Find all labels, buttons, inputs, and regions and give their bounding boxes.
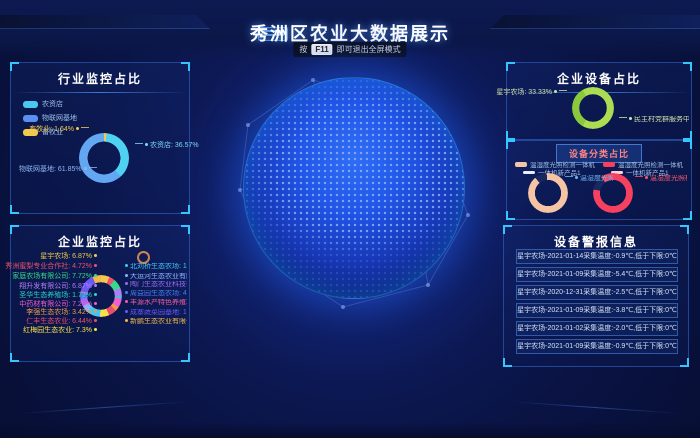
alarm-row: 星宇农场-2021-01-02采集温度:-2.0℃,低于下限:0℃ [516,321,678,336]
enterprise-label-left: 红梅园生态农业: 7.3% [23,327,99,335]
dashboard-background: 秀洲区农业大数据展示 按 F11 即可退出全屏模式 行业监控占比 [0,0,700,438]
panel-device-ratio: 企业设备占比 星宇农场: 33.33% 民主村党群服务中心: [506,62,692,140]
corner-accent [181,205,190,214]
corner-accent [10,205,19,214]
enterprise-label-left: 仁丰生态农业: 6.44% [26,318,99,326]
corner-accent [503,225,512,234]
corner-accent [680,225,689,234]
enterprise-label-right: 北刘桥生态农场: 11.16% [123,263,187,271]
corner-accent [683,62,692,71]
legend-swatch [23,115,38,122]
legend-item[interactable]: 农资店 [23,99,189,109]
enterprise-label-right: 成寨蔬菜园基地: 15.02% [123,309,187,317]
corner-accent [503,358,512,367]
corner-accent [10,353,19,362]
enterprise-label-left: 李强生态农场: 3.42% [26,309,99,317]
legend-swatch [515,162,527,167]
industry-donut-chart[interactable] [79,133,129,183]
device-donut-chart[interactable] [572,87,614,129]
legend-swatch [603,162,615,167]
enterprise-label-right: 陶门生态农业科技有限公 [123,281,187,289]
enterprise-label-left: 星宇农场: 6.87% [40,253,99,261]
corner-accent [683,211,692,220]
corner-accent [10,62,19,71]
panel-device-alarms: 设备警报信息 星宇农场-2021-01-14采集温度:-0.9℃,低于下限:0℃… [503,225,689,367]
chart-label-store: 农资店: 36.57% [135,142,199,150]
enterprise-label-right: 新鹏生态农业有限公司: 6.879 [123,318,187,326]
corner-accent [680,358,689,367]
panel-title: 设备警报信息 [504,226,688,250]
legend-label: 物联网基地 [42,113,77,123]
globe-continents-dots [244,78,464,298]
device-class-left-label: 温湿度光照检测一 [565,175,613,183]
alarm-row: 星宇农场-2020-12-31采集温度:-2.5℃,低于下限:0℃ [516,285,678,300]
corner-accent [181,225,190,234]
device-class-right-label: 温湿度光照检测一 [635,175,687,183]
enterprise-label-left: 翔升发有限公司: 6.87% [19,283,99,291]
legend-swatch [23,101,38,108]
enterprise-label-left: 家庭农场有限公司: 7.72% [12,273,99,281]
alarm-row: 星宇农场-2021-01-09采集温度:-3.8℃,低于下限:0℃ [516,303,678,318]
corner-accent [181,353,190,362]
bottom-fade [0,422,700,438]
globe [243,77,465,299]
enterprise-label-right: 大运河生态农业有限责任公 [123,273,187,281]
title-underline [11,92,189,93]
corner-accent [683,131,692,140]
device-label-right: 民主村党群服务中心: [619,116,689,124]
corner-accent [683,140,692,149]
chart-label-iot: 物联网基地: 61.85% [19,166,97,174]
chart-label-livestock: 畜牧业: 1.64% [29,126,89,134]
legend-item[interactable]: 物联网基地 [23,113,189,123]
enterprise-label-right: 周益园生态农场: 4.29 [123,290,187,298]
panel-title: 企业设备占比 [507,63,691,87]
bottom-decoration-left [20,401,190,414]
alarm-row: 星宇农场-2021-01-09采集温度:-5.4℃,低于下限:0℃ [516,267,678,282]
corner-accent [506,131,515,140]
panel-title: 企业监控占比 [11,226,189,250]
panel-device-class: 设备分类占比 温湿度光照检测一体机 一体机新产品1 温湿度光照检测一体机 一体机… [506,140,692,220]
legend-label: 农资店 [42,99,63,109]
device-label-left: 星宇农场: 33.33% [496,89,567,97]
corner-accent [181,62,190,71]
enterprise-label-left: 中药材有限公司: 7.29% [19,301,99,309]
panel-title: 行业监控占比 [11,63,189,87]
corner-accent [506,211,515,220]
panel-industry-monitoring: 行业监控占比 农资店 物联网基地 畜牧业 畜牧业: 1.64% 农资店: 36.… [10,62,190,214]
legend-swatch [523,171,535,174]
alarm-row: 星宇农场-2021-01-14采集温度:-0.9℃,低于下限:0℃ [516,249,678,264]
panel-enterprise-monitoring: 企业监控占比 星宇农场: 6.87% 秀洲蜜梨专业合作社: 4.72% 家庭农场… [10,225,190,362]
corner-accent [506,62,515,71]
enterprise-label-right: 丰源水产特色养殖场: 1. [123,299,187,307]
alarm-row: 星宇农场-2021-01-09采集温度:-0.9℃,低于下限:0℃ [516,339,678,354]
enterprise-label-left: 圣华生态养殖场: 1.72% [19,292,99,300]
enterprise-label-left: 秀洲蜜梨专业合作社: 4.72% [5,263,99,271]
corner-accent [506,140,515,149]
corner-accent [10,225,19,234]
bottom-decoration-right [510,401,680,414]
device-class-left-donut[interactable] [528,173,568,213]
